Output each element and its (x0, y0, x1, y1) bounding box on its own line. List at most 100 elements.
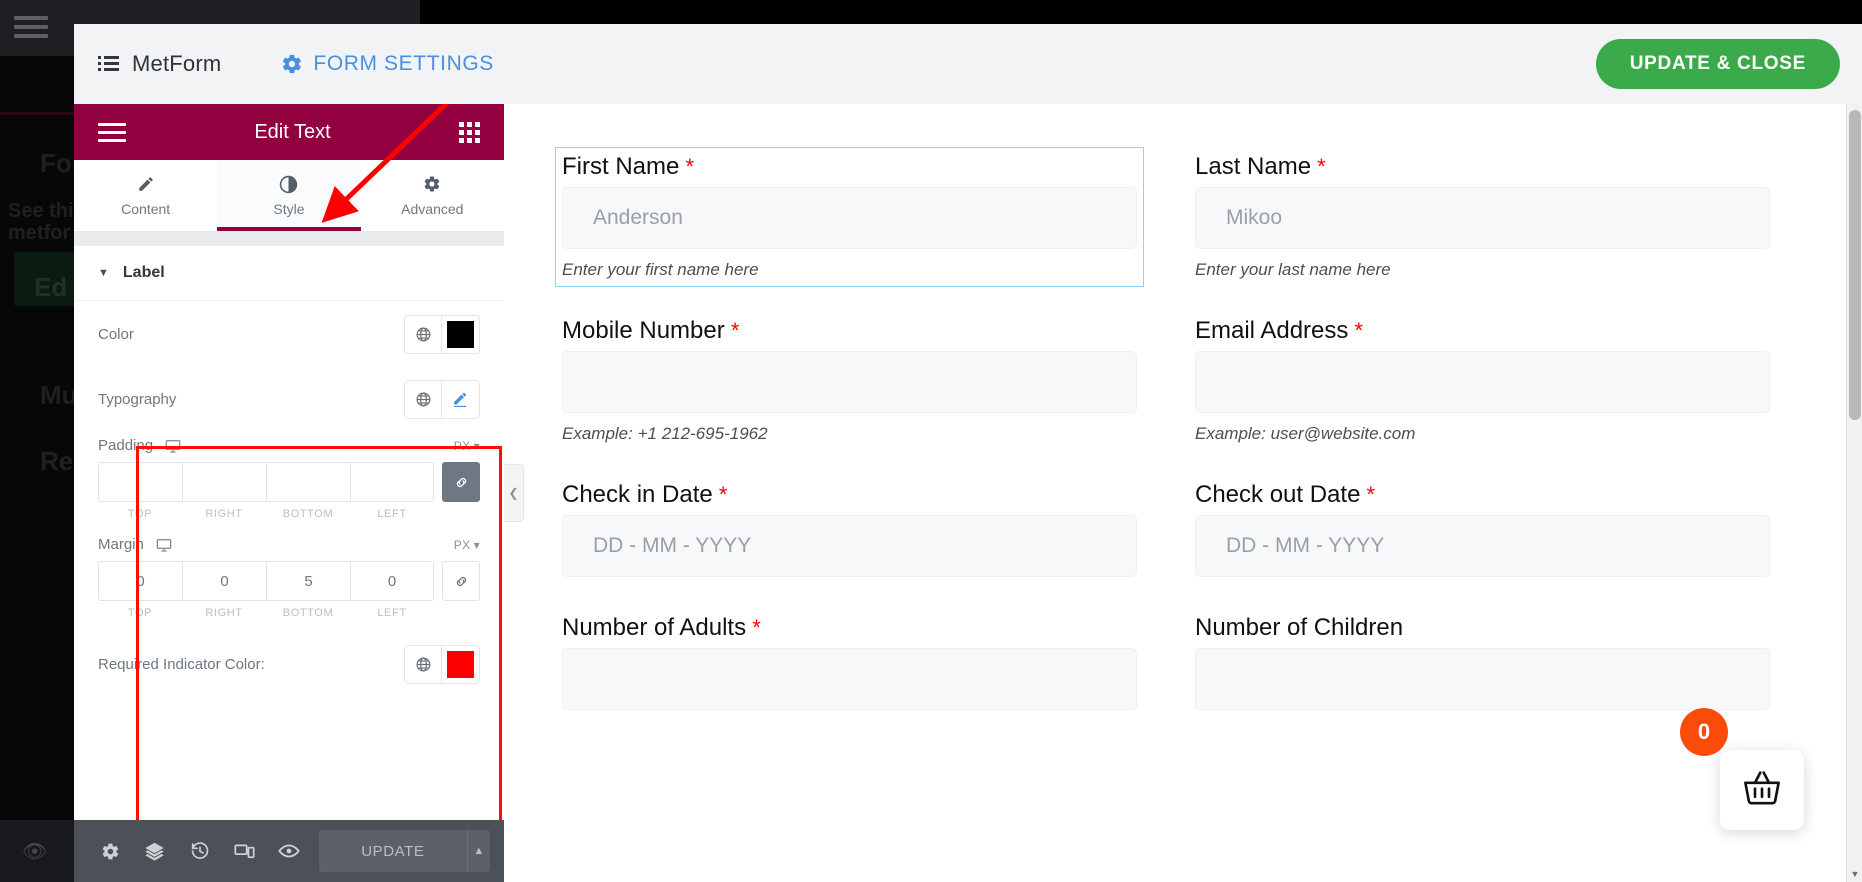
cart-count-badge: 0 (1680, 708, 1728, 756)
globe-icon[interactable] (405, 316, 442, 353)
field-label-text: Number of Children (1195, 614, 1404, 641)
settings-gear-icon[interactable] (88, 820, 133, 882)
update-and-close-button[interactable]: UPDATE & CLOSE (1595, 39, 1840, 89)
preview-scrollbar[interactable]: ▲ ▼ (1846, 104, 1862, 882)
margin-left-input[interactable] (350, 561, 434, 601)
field-input[interactable] (1195, 648, 1770, 710)
accordion-title: Label (122, 264, 165, 281)
field-label: First Name * (562, 152, 1137, 182)
required-asterisk: * (1360, 482, 1376, 507)
required-asterisk: * (724, 318, 740, 343)
field-placeholder: Anderson (593, 206, 683, 229)
padding-unit-value: PX (453, 438, 471, 453)
scrollbar-thumb[interactable] (1849, 110, 1861, 420)
required-asterisk: * (746, 615, 761, 640)
form-field[interactable]: Number of Adults * (556, 609, 1143, 716)
margin-unit-value: PX (453, 537, 471, 552)
tab-style-label: Style (273, 201, 305, 217)
form-field[interactable]: First Name * Anderson Enter your first nam… (555, 147, 1144, 287)
list-icon (96, 53, 122, 75)
form-field[interactable]: Number of Children (1189, 609, 1776, 716)
globe-icon[interactable] (405, 646, 442, 683)
padding-bottom-label: BOTTOM (282, 508, 334, 520)
hamburger-icon[interactable] (98, 118, 126, 147)
cart-button[interactable] (1720, 750, 1804, 830)
margin-bottom-input[interactable] (266, 561, 350, 601)
field-input[interactable] (562, 351, 1137, 413)
panel-title: Edit Text (254, 120, 331, 143)
typography-edit-pencil-icon[interactable] (442, 381, 479, 418)
caret-up-icon[interactable]: ▲ (466, 830, 491, 872)
form-field[interactable]: Mobile Number * Example: +1 212-695-1962 (556, 312, 1143, 450)
margin-left-label: LEFT (377, 607, 407, 619)
field-input[interactable] (562, 648, 1137, 710)
field-input[interactable]: Anderson (562, 187, 1137, 249)
form-settings-button[interactable]: FORM SETTINGS (281, 52, 493, 76)
field-placeholder: DD - MM - YYYY (593, 534, 752, 557)
layers-navigator-icon[interactable] (133, 820, 178, 882)
form-field[interactable]: Check in Date * DD - MM - YYYY (556, 476, 1143, 583)
grid-icon[interactable] (459, 121, 480, 143)
form-field[interactable]: Last Name * Mikoo Enter your last name her… (1189, 148, 1776, 286)
pencil-icon (137, 174, 155, 194)
margin-right-input[interactable] (182, 561, 266, 601)
field-help-text: Example: +1 212-695-1962 (562, 424, 768, 443)
preview-eye-icon[interactable] (267, 820, 312, 882)
elementor-style-panel: Edit Text Content Style Advanced ▼ Label… (74, 104, 524, 882)
field-input[interactable]: DD - MM - YYYY (1195, 515, 1770, 577)
padding-link-icon[interactable] (442, 462, 480, 502)
field-label: Number of Children (1195, 613, 1770, 643)
backdrop-text: Ed (34, 272, 68, 302)
desktop-icon[interactable] (165, 438, 181, 454)
caret-down-icon: ▼ (98, 267, 109, 279)
form-field[interactable]: Email Address * Example: user@website.com (1189, 312, 1776, 450)
update-button[interactable]: UPDATE (319, 830, 467, 872)
panel-footer-toolbar: UPDATE ▲ (74, 820, 504, 882)
margin-link-icon[interactable] (442, 561, 480, 601)
field-label: Last Name * (1195, 152, 1770, 182)
padding-left-label: LEFT (377, 508, 407, 520)
required-asterisk: * (1348, 318, 1364, 343)
field-label-text: Check out Date (1195, 481, 1361, 508)
margin-right-label: RIGHT (205, 607, 243, 619)
field-input[interactable] (1195, 351, 1770, 413)
margin-top-input[interactable] (98, 561, 182, 601)
field-input[interactable]: Mikoo (1195, 187, 1770, 249)
responsive-mode-icon[interactable] (222, 820, 267, 882)
padding-unit-selector[interactable]: PX ▾ (454, 439, 480, 453)
tab-advanced[interactable]: Advanced (360, 160, 504, 231)
padding-bottom-input[interactable] (266, 462, 350, 502)
margin-bottom-label: BOTTOM (282, 607, 334, 619)
form-settings-label: FORM SETTINGS (313, 52, 494, 75)
padding-right-input[interactable] (182, 462, 266, 502)
floating-cart[interactable]: 0 (1680, 708, 1804, 830)
field-label-text: First Name (562, 153, 680, 180)
field-help-text: Enter your first name here (562, 260, 759, 279)
desktop-icon[interactable] (156, 537, 172, 553)
form-fields-grid: First Name * Anderson Enter your first nam… (555, 147, 1776, 742)
caret-down-icon: ▾ (473, 438, 480, 453)
required-asterisk: * (712, 482, 728, 507)
margin-top-label: TOP (127, 607, 153, 619)
field-label: Email Address * (1195, 316, 1770, 346)
panel-collapse-handle[interactable]: ❮ (504, 464, 524, 522)
padding-label: Padding (98, 437, 154, 454)
color-swatch[interactable] (442, 316, 479, 353)
padding-left-input[interactable] (350, 462, 434, 502)
padding-top-input[interactable] (98, 462, 182, 502)
field-label-text: Number of Adults (562, 614, 747, 641)
field-input[interactable]: DD - MM - YYYY (562, 515, 1137, 577)
accordion-label-section[interactable]: ▼ Label (74, 246, 504, 301)
required-indicator-color-swatch[interactable] (442, 646, 479, 683)
field-placeholder: DD - MM - YYYY (1226, 534, 1385, 557)
globe-icon[interactable] (405, 381, 442, 418)
tab-content[interactable]: Content (74, 160, 218, 231)
caret-down-icon[interactable]: ▼ (1847, 866, 1862, 882)
backdrop-text: Mu (40, 380, 78, 410)
margin-label: Margin (98, 536, 144, 553)
history-icon[interactable] (177, 820, 222, 882)
tab-style[interactable]: Style (217, 160, 361, 231)
section-separator (74, 232, 504, 246)
margin-unit-selector[interactable]: PX ▾ (454, 538, 480, 552)
form-field[interactable]: Check out Date * DD - MM - YYYY (1189, 476, 1776, 583)
